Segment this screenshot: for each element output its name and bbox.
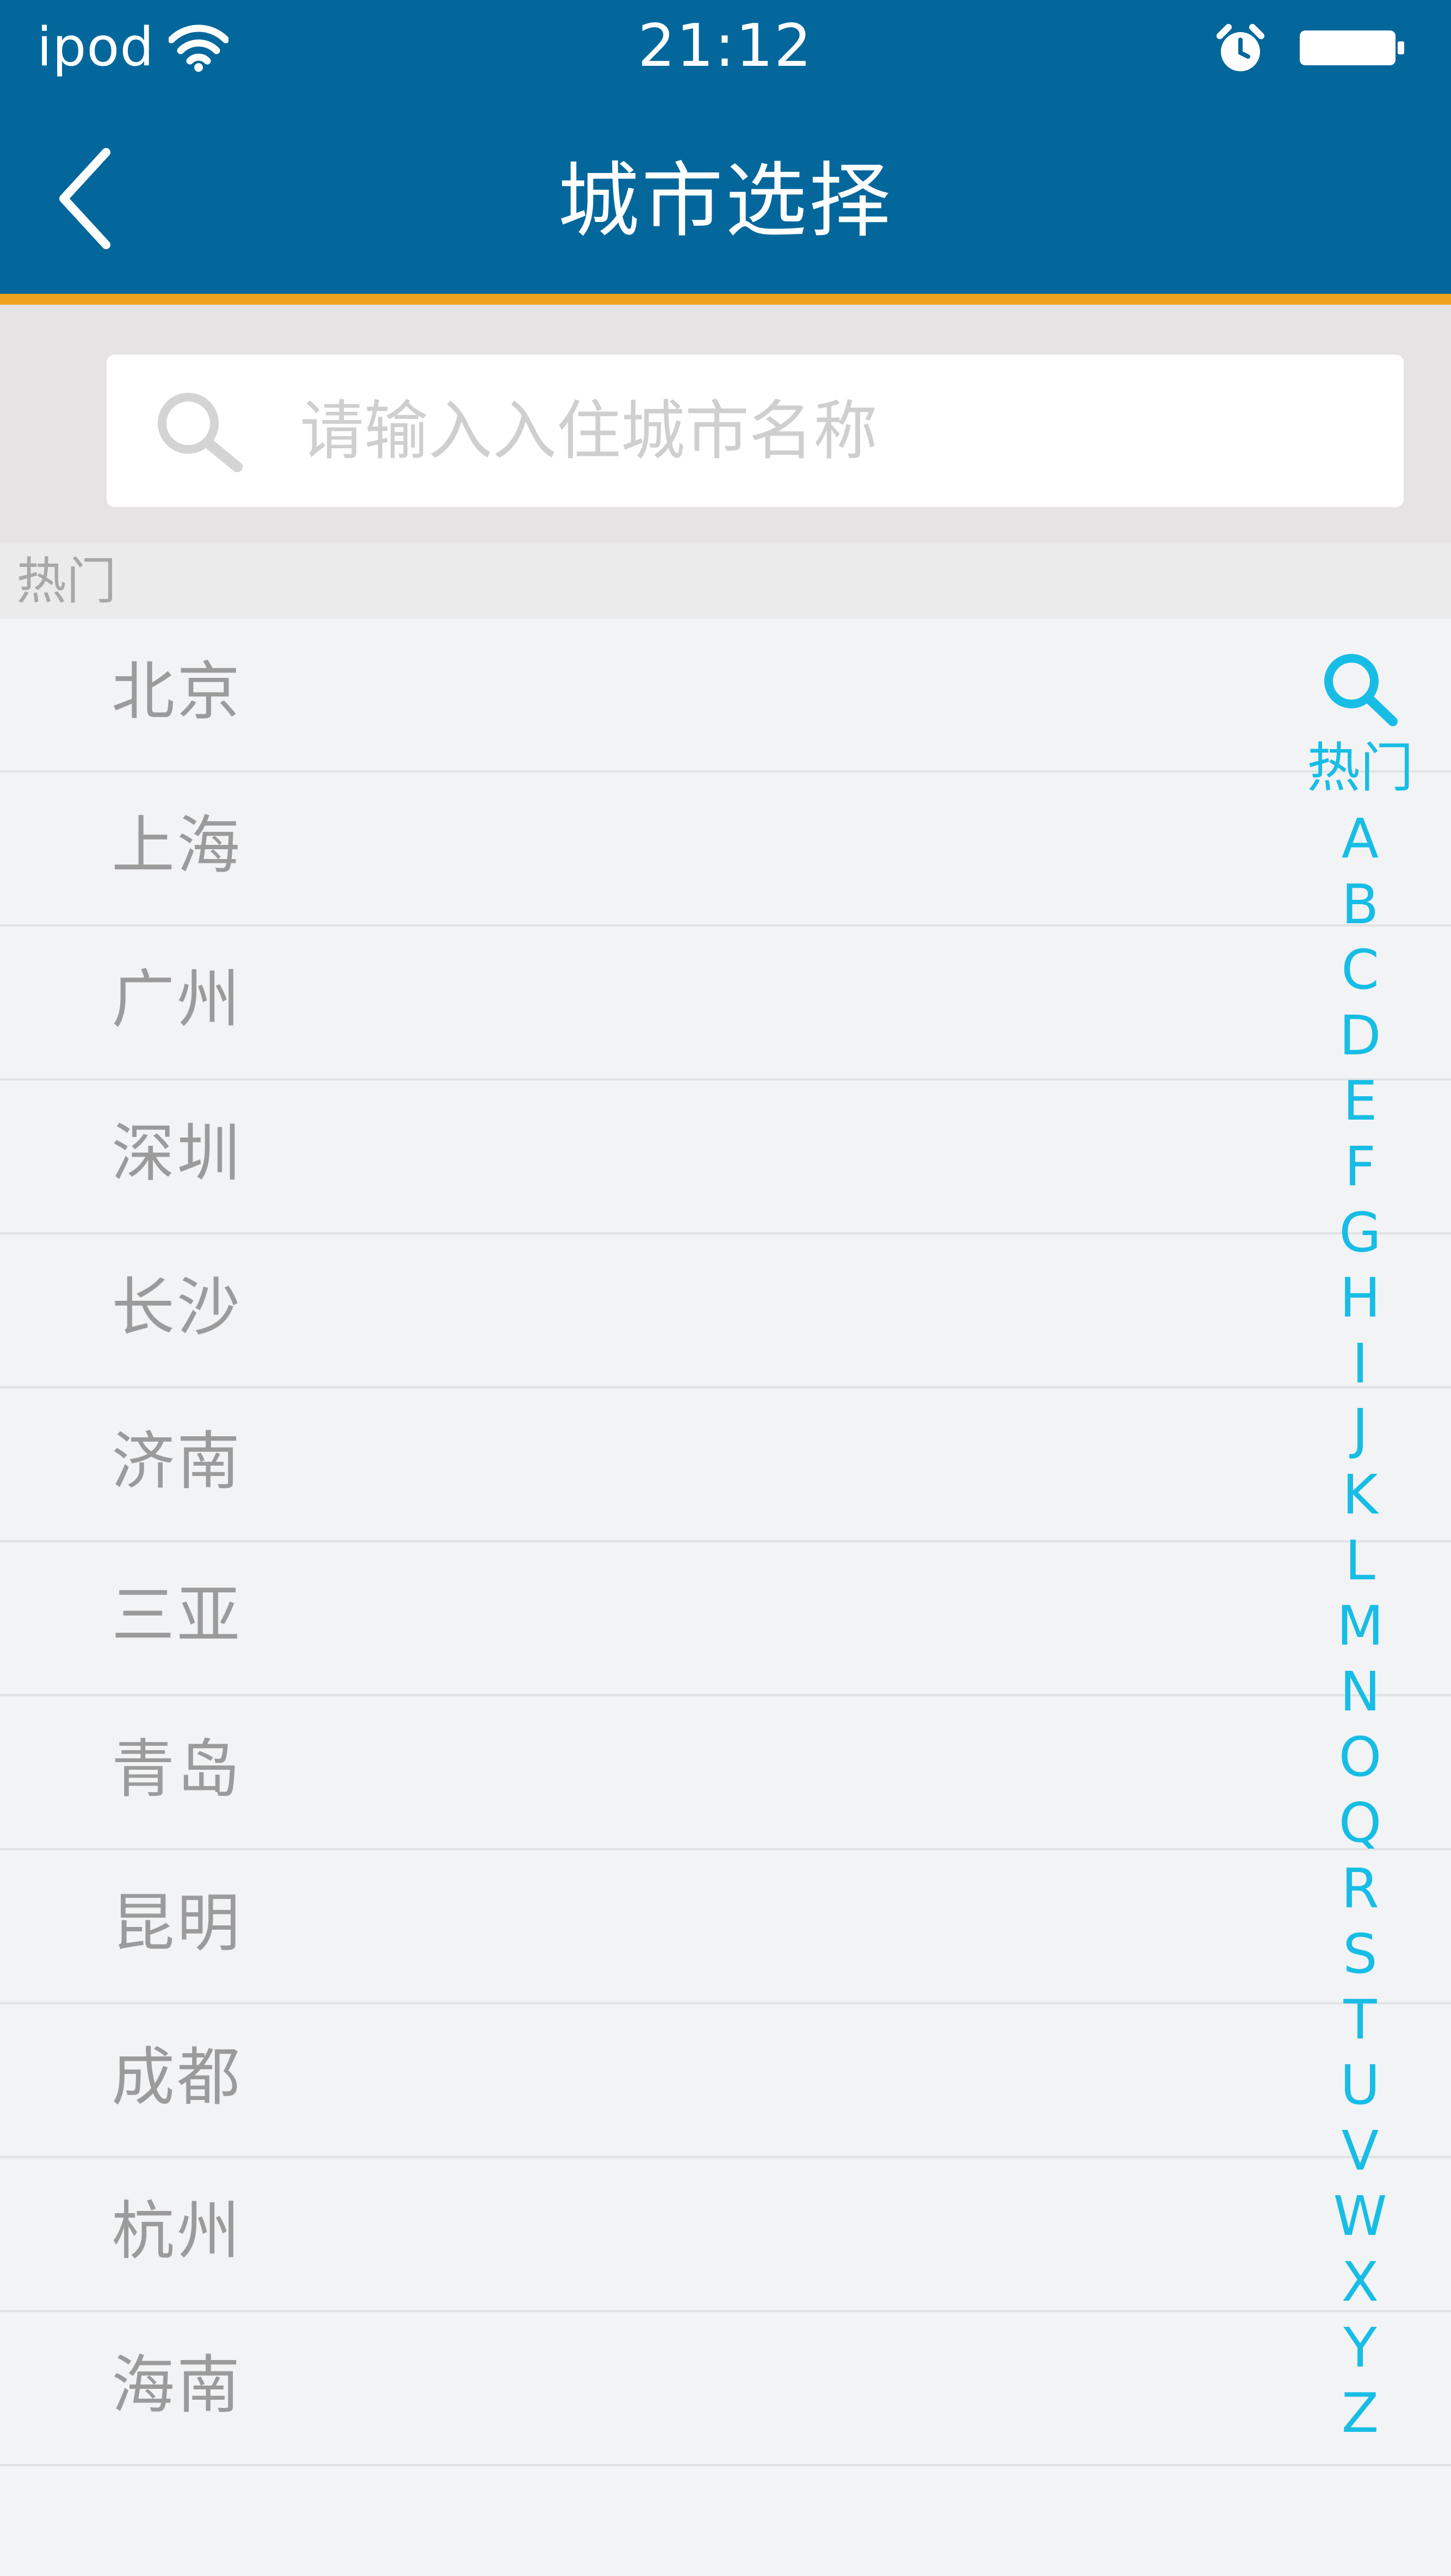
nav-bar: 城市选择 <box>0 92 1451 294</box>
city-select-screen: ipod 21:12 城市选择 请输入入住城市名称 热门 北京 上海 广州 深圳… <box>0 0 1451 2576</box>
index-letter[interactable]: Z <box>1295 2381 1425 2447</box>
city-item[interactable]: 广州 <box>0 926 1451 1080</box>
section-title: 热门 <box>16 552 117 610</box>
city-name: 北京 <box>112 655 242 728</box>
index-letter[interactable]: Q <box>1295 1790 1425 1856</box>
status-time: 21:12 <box>638 12 813 80</box>
city-name: 青岛 <box>112 1733 242 1806</box>
page-title: 城市选择 <box>557 154 893 249</box>
city-item[interactable]: 青岛 <box>0 1696 1451 1850</box>
status-bar: ipod 21:12 <box>0 0 1451 92</box>
index-letter[interactable]: J <box>1295 1397 1425 1462</box>
index-letter[interactable]: G <box>1295 1200 1425 1266</box>
index-letter[interactable]: A <box>1295 806 1425 872</box>
city-item[interactable]: 海南 <box>0 2312 1451 2466</box>
header: ipod 21:12 城市选择 <box>0 0 1451 294</box>
index-letter[interactable]: H <box>1295 1265 1425 1331</box>
wifi-icon <box>169 24 229 72</box>
city-item[interactable]: 上海 <box>0 773 1451 926</box>
index-letter[interactable]: C <box>1295 937 1425 1003</box>
index-letter[interactable]: T <box>1295 1987 1425 2053</box>
index-letter[interactable]: E <box>1295 1068 1425 1134</box>
index-letter[interactable]: L <box>1295 1528 1425 1594</box>
section-header-hot: 热门 <box>0 542 1451 619</box>
city-name: 杭州 <box>112 2195 242 2268</box>
index-letter[interactable]: O <box>1295 1725 1425 1790</box>
city-item[interactable]: 北京 <box>0 619 1451 773</box>
index-search-icon[interactable] <box>1317 647 1404 734</box>
index-hot[interactable]: 热门 <box>1295 730 1425 806</box>
index-letter[interactable]: M <box>1295 1593 1425 1659</box>
city-name: 成都 <box>112 2041 242 2114</box>
city-name: 昆明 <box>112 1887 242 1960</box>
header-accent-line <box>0 294 1451 305</box>
index-letter[interactable]: I <box>1295 1331 1425 1397</box>
index-letter[interactable]: N <box>1295 1659 1425 1725</box>
city-name: 上海 <box>112 809 242 882</box>
city-item[interactable]: 成都 <box>0 2004 1451 2158</box>
city-item[interactable]: 长沙 <box>0 1234 1451 1388</box>
battery-icon <box>1300 30 1404 65</box>
index-letter[interactable]: D <box>1295 1003 1425 1069</box>
search-box[interactable] <box>107 355 1404 507</box>
city-name: 济南 <box>112 1425 242 1498</box>
back-chevron-icon[interactable] <box>52 144 117 253</box>
city-item[interactable]: 济南 <box>0 1388 1451 1542</box>
index-letter[interactable]: F <box>1295 1134 1425 1200</box>
index-letter[interactable]: S <box>1295 1922 1425 1987</box>
city-item[interactable]: 深圳 <box>0 1080 1451 1234</box>
index-letter[interactable]: X <box>1295 2250 1425 2315</box>
index-letter[interactable]: R <box>1295 1856 1425 1922</box>
search-icon <box>158 393 243 472</box>
alphabet-index: 热门 A B C D E F G H I J K L M N O Q R S T… <box>1295 647 1425 2447</box>
carrier-label: ipod <box>37 16 155 78</box>
index-letter[interactable]: U <box>1295 2053 1425 2118</box>
city-name: 广州 <box>112 963 242 1036</box>
index-letter[interactable]: B <box>1295 872 1425 938</box>
alarm-icon <box>1217 24 1264 71</box>
city-list: 北京 上海 广州 深圳 长沙 济南 三亚 青岛 昆明 成都 杭州 海南 <box>0 619 1451 2466</box>
index-letter[interactable]: Y <box>1295 2315 1425 2381</box>
city-item[interactable]: 三亚 <box>0 1542 1451 1696</box>
city-name: 长沙 <box>112 1271 242 1344</box>
city-name: 三亚 <box>112 1579 242 1652</box>
index-letter[interactable]: K <box>1295 1462 1425 1528</box>
search-input[interactable] <box>300 376 1361 485</box>
index-letter[interactable]: W <box>1295 2184 1425 2250</box>
city-name: 深圳 <box>112 1117 242 1190</box>
city-item[interactable]: 杭州 <box>0 2158 1451 2312</box>
search-area <box>0 305 1451 542</box>
index-letter[interactable]: V <box>1295 2118 1425 2184</box>
city-item[interactable]: 昆明 <box>0 1850 1451 2004</box>
city-name: 海南 <box>112 2349 242 2422</box>
